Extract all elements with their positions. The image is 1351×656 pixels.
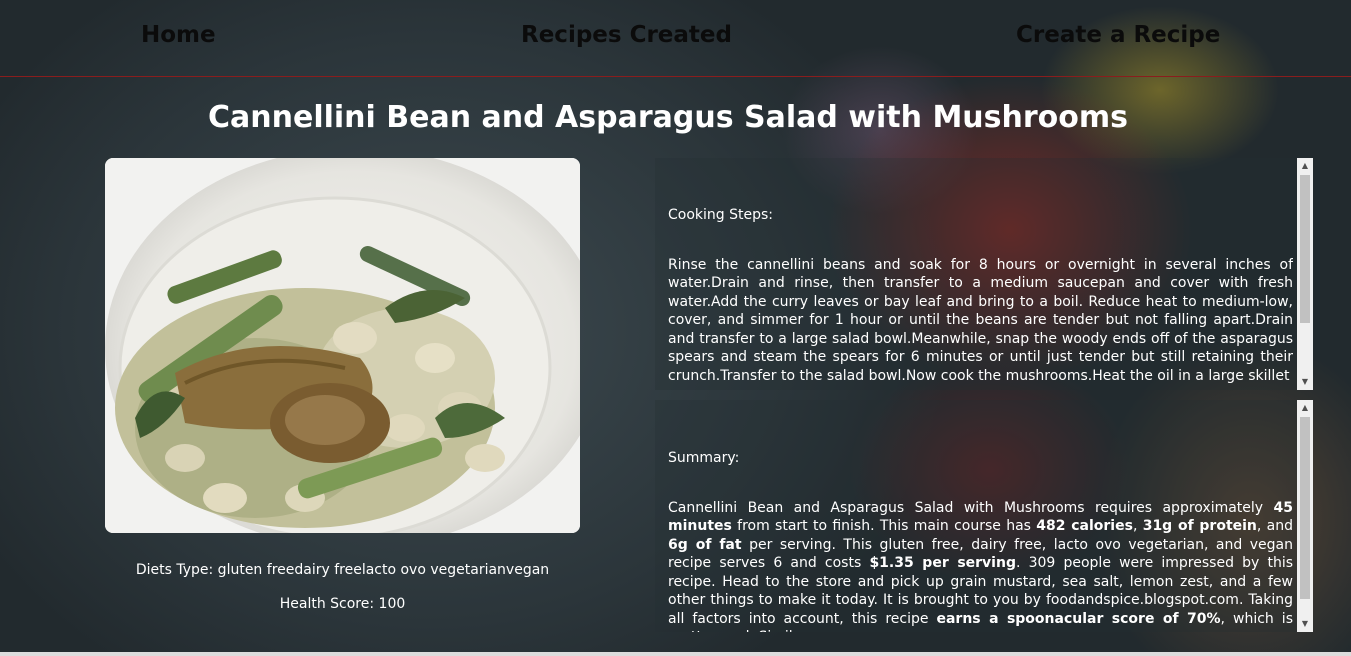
summary-cost: $1.35 per serving (869, 555, 1016, 571)
summary-fat: 6g of fat (668, 536, 742, 553)
recipe-image-drawing (105, 158, 580, 533)
cooking-steps-content: Cooking Steps: Rinse the cannellini bean… (668, 158, 1293, 390)
bottom-edge (0, 652, 1351, 656)
arrow-up-icon[interactable]: ▲ (1297, 400, 1313, 416)
navbar: Home Recipes Created Create a Recipe (0, 0, 1351, 77)
cooking-steps-text: Rinse the cannellini beans and soak for … (668, 256, 1293, 384)
health-score: Health Score: 100 (279, 596, 406, 612)
cooking-steps-panel[interactable]: Cooking Steps: Rinse the cannellini bean… (655, 158, 1313, 390)
nav-create-recipe-link[interactable]: Create a Recipe (1016, 22, 1220, 48)
arrow-down-icon[interactable]: ▼ (1297, 616, 1313, 632)
summary-text: Cannellini Bean and Asparagus Salad with… (668, 499, 1293, 633)
summary-score: earns a spoonacular score of 70% (936, 610, 1221, 627)
summary-text-part: , and (1256, 518, 1293, 534)
arrow-down-icon[interactable]: ▼ (1297, 374, 1313, 390)
summary-calories: 482 calories (1036, 518, 1133, 534)
recipe-title: Cannellini Bean and Asparagus Salad with… (208, 100, 1128, 135)
summary-label: Summary: (668, 450, 740, 466)
summary-text-part: Cannellini Bean and Asparagus Salad with… (668, 499, 1274, 516)
cooking-steps-label: Cooking Steps: (668, 207, 773, 223)
summary-scroll-thumb[interactable] (1300, 417, 1310, 599)
summary-text-part: from start to finish. This main course h… (731, 518, 1037, 534)
arrow-up-icon[interactable]: ▲ (1297, 158, 1313, 174)
nav-recipes-created-link[interactable]: Recipes Created (521, 22, 732, 48)
recipe-image (105, 158, 580, 533)
diets-type: Diets Type: gluten freedairy freelacto o… (135, 562, 550, 578)
summary-text-part: , (1132, 518, 1143, 534)
summary-scrollbar[interactable]: ▲ ▼ (1297, 400, 1313, 632)
summary-panel[interactable]: Summary: Cannellini Bean and Asparagus S… (655, 400, 1313, 632)
nav-home-link[interactable]: Home (141, 22, 216, 48)
cooking-steps-scrollbar[interactable]: ▲ ▼ (1297, 158, 1313, 390)
cooking-steps-scroll-thumb[interactable] (1300, 175, 1310, 323)
summary-protein: 31g of protein (1142, 518, 1257, 534)
summary-content: Summary: Cannellini Bean and Asparagus S… (668, 400, 1293, 632)
